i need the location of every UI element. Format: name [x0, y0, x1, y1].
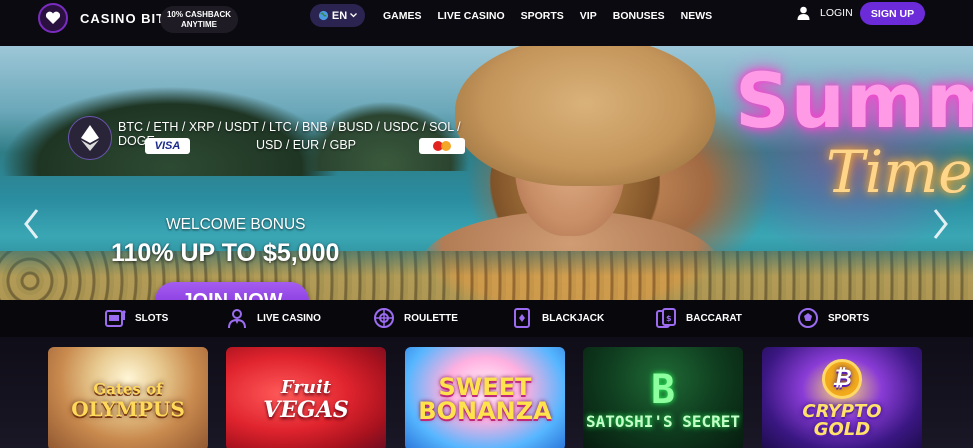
bonus-offer: 110% UP TO $5,000: [111, 239, 340, 267]
category-sports[interactable]: SPORTS: [797, 304, 869, 332]
chevron-left-icon: [24, 209, 39, 239]
playing-card-icon: [511, 307, 533, 329]
game-title: Fruit VEGAS: [263, 377, 349, 423]
category-slots[interactable]: SLOTS: [104, 304, 168, 332]
game-title: SWEET BONANZA: [418, 373, 552, 425]
soccer-ball-icon: [797, 307, 819, 329]
category-blackjack[interactable]: BLACKJACK: [511, 304, 604, 332]
logo[interactable]: CASINO BIT: [38, 3, 165, 33]
page: CASINO BIT 10% CASHBACK ANYTIME EN GAMES…: [0, 0, 973, 448]
hero-banner[interactable]: Summ Time BTC / ETH / XRP / USDT / LTC /…: [0, 46, 973, 300]
nav-vip[interactable]: VIP: [580, 10, 597, 22]
game-card-crypto-gold[interactable]: ₿ CRYPTO GOLD: [762, 347, 922, 448]
svg-text:$: $: [666, 314, 672, 323]
cashback-badge[interactable]: 10% CASHBACK ANYTIME: [160, 6, 238, 33]
user-icon: [797, 6, 810, 20]
live-dealer-icon: [226, 307, 248, 329]
neon-sign-summer: Summ: [735, 56, 973, 145]
brand-name: CASINO BIT: [80, 10, 166, 26]
heart-logo-icon: [38, 3, 68, 33]
category-label: BACCARAT: [686, 312, 742, 324]
slot-machine-icon: [104, 307, 126, 329]
game-title: ₿ CRYPTO GOLD: [802, 359, 882, 439]
game-title: B SATOSHI'S SECRET: [585, 366, 741, 431]
fiat-currencies: USD / EUR / GBP: [256, 138, 357, 152]
category-label: BLACKJACK: [542, 312, 605, 324]
category-label: SPORTS: [828, 312, 870, 324]
game-card-satoshis-secret[interactable]: B SATOSHI'S SECRET: [583, 347, 743, 448]
neon-sign-time: Time: [826, 138, 973, 206]
game-card-gates-of-olympus[interactable]: Gates of OLYMPUS: [48, 347, 208, 448]
hero-straw-hat: [455, 46, 715, 186]
category-bar: SLOTS LIVE CASINO ROULETTE BLACKJACK $ B…: [0, 300, 973, 337]
main-nav: GAMES LIVE CASINO SPORTS VIP BONUSES NEW…: [383, 10, 728, 22]
category-label: ROULETTE: [404, 312, 458, 324]
nav-live-casino[interactable]: LIVE CASINO: [438, 10, 505, 22]
join-now-button[interactable]: JOIN NOW: [155, 282, 309, 300]
game-card-fruit-vegas[interactable]: Fruit VEGAS: [226, 347, 386, 448]
category-baccarat[interactable]: $ BACCARAT: [655, 304, 742, 332]
nav-news[interactable]: NEWS: [681, 10, 713, 22]
login-button[interactable]: LOGIN: [797, 6, 853, 20]
bitcoin-coin-icon: ₿: [821, 359, 862, 399]
globe-icon: [318, 10, 328, 21]
game-title: Gates of OLYMPUS: [71, 380, 185, 421]
visa-logo: VISA: [145, 138, 190, 154]
games-grid: Gates of OLYMPUS Fruit VEGAS SWEET BONAN…: [0, 337, 973, 448]
category-live-casino[interactable]: LIVE CASINO: [226, 304, 321, 332]
banner-next-arrow[interactable]: [930, 204, 952, 244]
mastercard-icon: [419, 138, 465, 154]
login-label: LOGIN: [820, 7, 853, 19]
ethereum-icon: [68, 116, 112, 160]
banner-prev-arrow[interactable]: [20, 204, 42, 244]
header: CASINO BIT 10% CASHBACK ANYTIME EN GAMES…: [0, 0, 973, 46]
category-label: SLOTS: [135, 312, 169, 324]
cashback-line1: 10% CASHBACK: [166, 10, 231, 19]
nav-games[interactable]: GAMES: [383, 10, 422, 22]
nav-sports[interactable]: SPORTS: [521, 10, 564, 22]
nav-bonuses[interactable]: BONUSES: [613, 10, 665, 22]
chevron-down-icon: [350, 13, 358, 18]
game-card-sweet-bonanza[interactable]: SWEET BONANZA: [405, 347, 565, 448]
chevron-right-icon: [933, 209, 948, 239]
cards-icon: $: [655, 307, 677, 329]
signup-button[interactable]: SIGN UP: [860, 2, 925, 25]
language-selector[interactable]: EN: [310, 4, 365, 27]
language-label: EN: [331, 9, 348, 22]
cashback-line2: ANYTIME: [181, 20, 217, 29]
welcome-bonus-label: WELCOME BONUS: [166, 216, 306, 233]
category-roulette[interactable]: ROULETTE: [373, 304, 458, 332]
category-label: LIVE CASINO: [257, 312, 321, 324]
roulette-icon: [373, 307, 395, 329]
